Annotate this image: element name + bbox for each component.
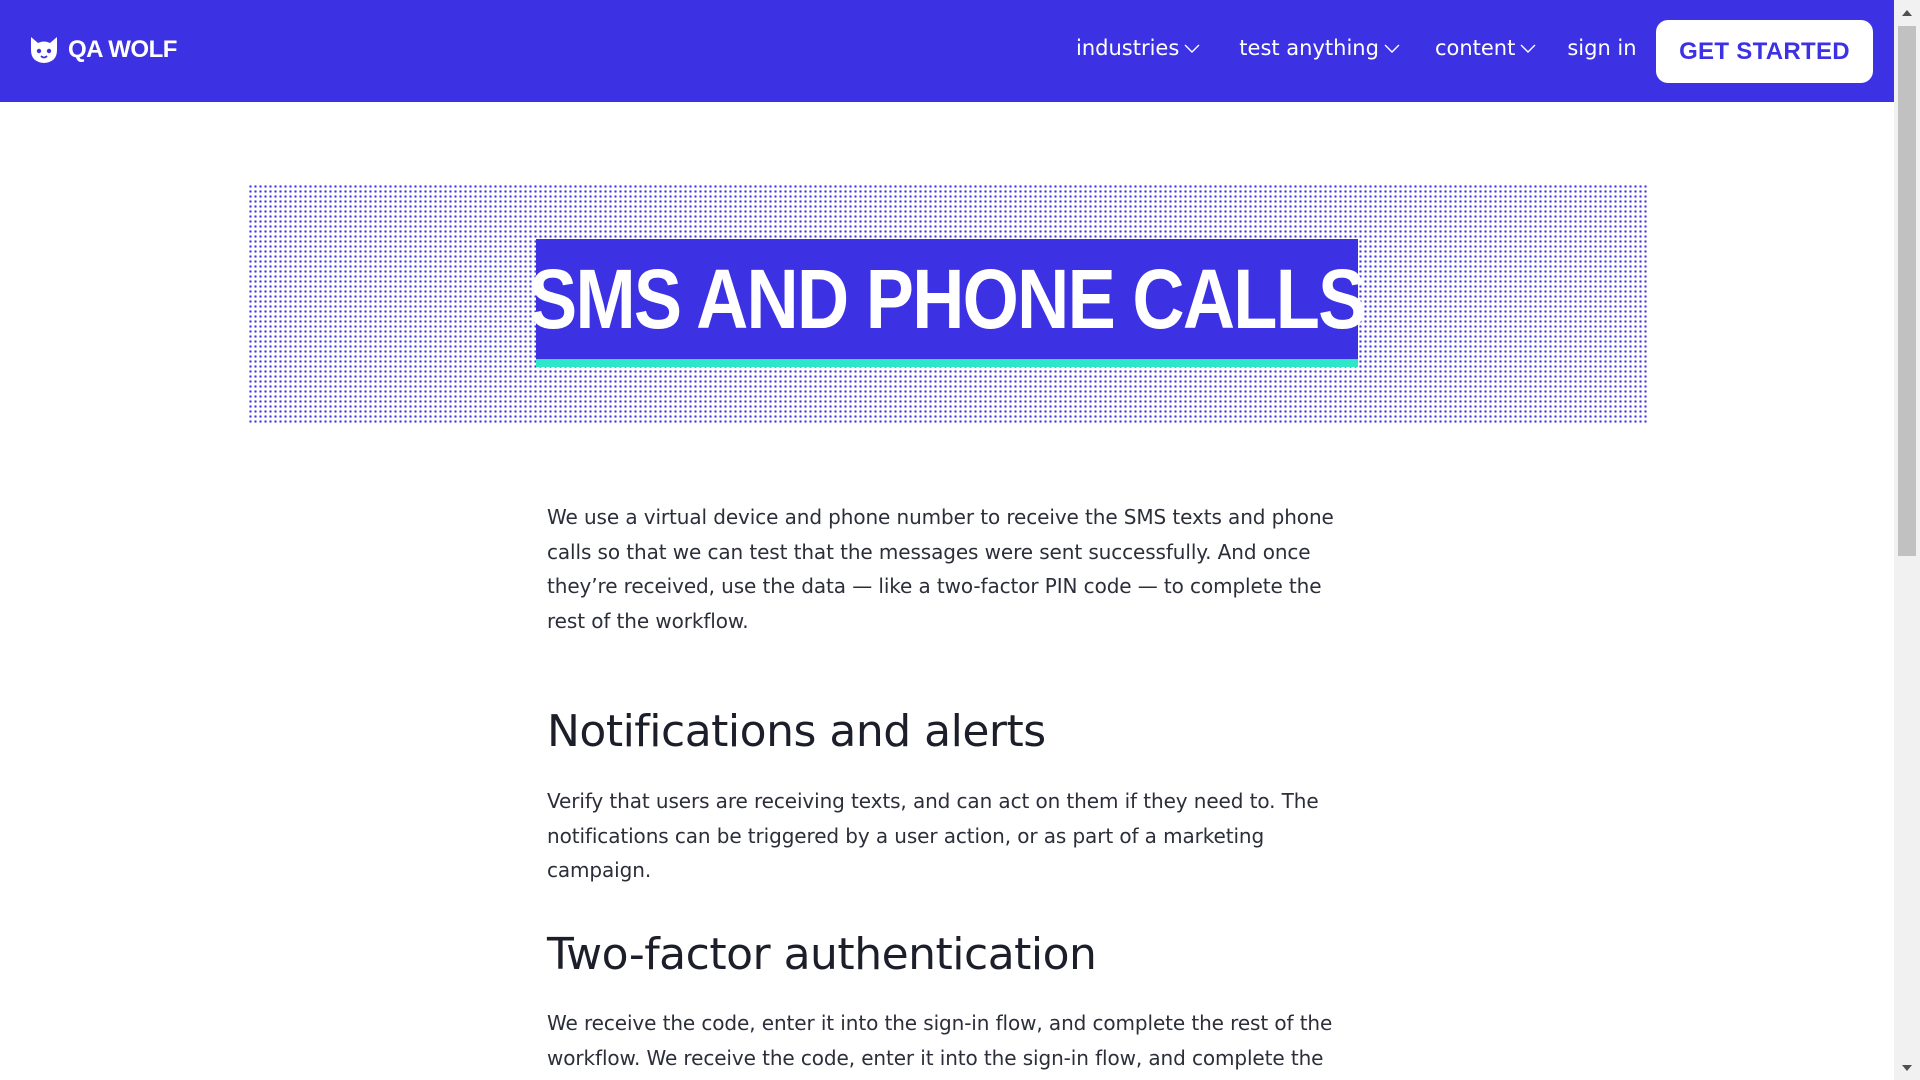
page: QA WOLF industries test anything content: [0, 0, 1894, 1080]
chevron-down-icon: [1184, 44, 1200, 53]
nav-content-label: content: [1434, 36, 1516, 60]
browser-viewport: QA WOLF industries test anything content: [0, 0, 1920, 1080]
nav-industries-label: industries: [1076, 36, 1180, 60]
page-title: SMS AND PHONE CALLS: [529, 252, 1366, 346]
section-body-notifications: Verify that users are receiving texts, a…: [547, 789, 1319, 882]
nav-test-anything-label: test anything: [1239, 36, 1379, 60]
hero-title-box: SMS AND PHONE CALLS: [529, 239, 1367, 367]
nav-content[interactable]: content: [1435, 36, 1537, 60]
intro-paragraph: We use a virtual device and phone number…: [547, 505, 1334, 633]
nav-industries[interactable]: industries: [1076, 36, 1201, 60]
scroll-down-button[interactable]: [1894, 1056, 1920, 1080]
arrow-up-icon: [1902, 9, 1912, 16]
get-started-button[interactable]: GET STARTED: [1656, 20, 1873, 83]
site-header: QA WOLF industries test anything content: [0, 0, 1894, 102]
vertical-scrollbar[interactable]: [1894, 0, 1920, 1080]
wolf-head-icon: [31, 37, 57, 63]
section-body-two-factor: We receive the code, enter it into the s…: [547, 1011, 1333, 1070]
nav-test-anything[interactable]: test anything: [1239, 36, 1401, 60]
section-heading-two-factor: Two-factor authentication: [547, 929, 1097, 980]
scroll-up-button[interactable]: [1894, 0, 1920, 24]
nav-sign-in[interactable]: sign in: [1567, 36, 1636, 60]
chevron-down-icon: [1520, 44, 1536, 53]
chevron-down-icon: [1384, 44, 1400, 53]
article-content: We use a virtual device and phone number…: [547, 500, 1347, 1070]
scrollbar-thumb[interactable]: [1898, 26, 1916, 556]
nav-sign-in-label: sign in: [1567, 36, 1637, 60]
arrow-down-icon: [1902, 1064, 1912, 1071]
logo-link[interactable]: QA WOLF: [28, 32, 177, 68]
hero-banner: SMS AND PHONE CALLS: [248, 184, 1648, 424]
main-nav: industries test anything content sign in: [1076, 30, 1637, 66]
logo-text: QA WOLF: [68, 36, 177, 63]
section-heading-notifications: Notifications and alerts: [547, 706, 1046, 757]
